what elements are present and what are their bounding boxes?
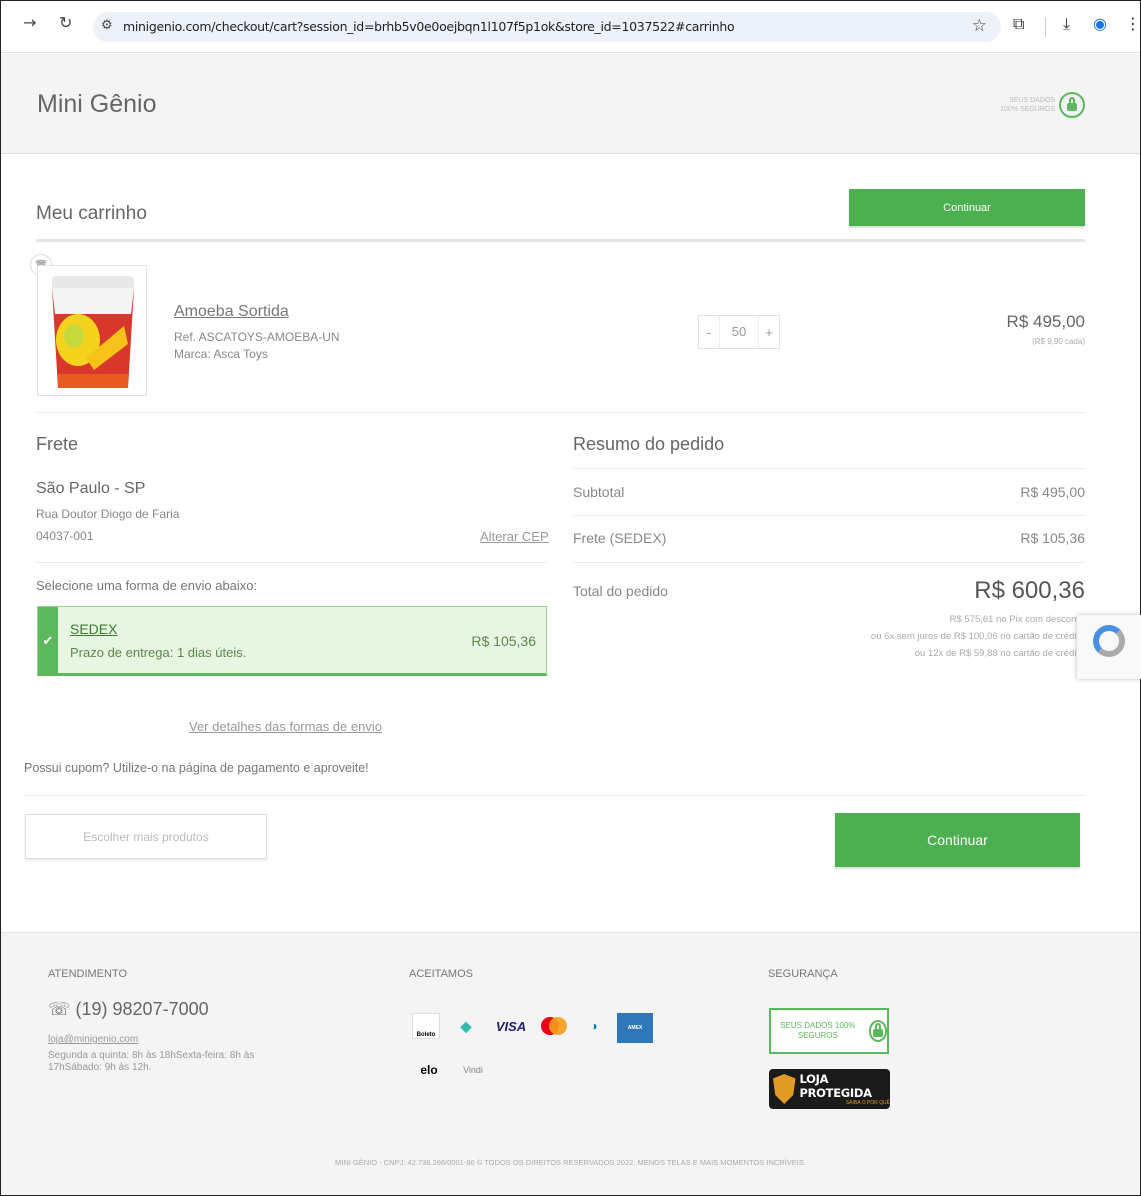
- footer: ATENDIMENTO ☏ (19) 98207-7000 loja@minig…: [1, 932, 1140, 1195]
- loja-protegida-label: LOJA PROTEGIDA: [799, 1072, 873, 1100]
- cart-title: Meu carrinho: [36, 203, 147, 224]
- browser-toolbar: → ↻ ⚙ minigenio.com/checkout/cart?sessio…: [1, 1, 1141, 53]
- store-logo[interactable]: Mini Gênio: [37, 90, 157, 119]
- secure-data-badge: SEUS DADOS 100% SEGUROS: [993, 92, 1085, 118]
- secure-label: SEUS DADOS 100% SEGUROS: [1000, 97, 1055, 113]
- summary-freight-row: Frete (SEDEX) R$ 105,36: [573, 530, 1085, 546]
- extensions-icon[interactable]: ⧉: [1013, 14, 1024, 34]
- product-name-link[interactable]: Amoeba Sortida: [174, 303, 289, 321]
- item-divider: [36, 412, 1085, 413]
- boleto-icon: Boleto: [412, 1013, 440, 1039]
- shipping-option-name[interactable]: SEDEX: [70, 621, 117, 637]
- shipping-title: Frete: [36, 434, 79, 454]
- quantity-input[interactable]: 50: [719, 316, 759, 348]
- diners-club-icon: ◑: [590, 1019, 598, 1033]
- support-title: ATENDIMENTO: [48, 968, 128, 980]
- elo-label: elo: [420, 1063, 438, 1077]
- check-icon: ✔: [38, 607, 58, 674]
- product-image[interactable]: [37, 265, 147, 396]
- loja-protegida-badge[interactable]: LOJA PROTEGIDA SAIBA O POR QUÊ: [769, 1069, 890, 1109]
- summary-title: Resumo do pedido: [573, 434, 725, 454]
- shipping-city: São Paulo - SP: [36, 480, 146, 497]
- site-settings-icon[interactable]: ⚙: [101, 18, 113, 33]
- cart-divider: [36, 239, 1085, 242]
- phone-number[interactable]: (19) 98207-7000: [76, 999, 209, 1019]
- forward-icon[interactable]: →: [23, 13, 36, 32]
- summary-divider-2: [573, 515, 1085, 516]
- product-brand: Marca: Asca Toys: [174, 347, 268, 361]
- item-total-price: R$ 495,00: [1006, 312, 1085, 331]
- reload-icon[interactable]: ↻: [59, 13, 72, 32]
- shipping-street: Rua Doutor Diogo de Faria: [36, 507, 180, 521]
- support-email-link[interactable]: loja@minigenio.com: [48, 1034, 138, 1045]
- bookmark-star-icon[interactable]: ☆: [972, 16, 987, 36]
- change-cep-link[interactable]: Alterar CEP: [480, 529, 549, 544]
- mastercard-icon: [537, 1013, 571, 1039]
- total-label: Total do pedido: [573, 583, 668, 599]
- shipping-option-price: R$ 105,36: [471, 633, 536, 649]
- continue-button-top[interactable]: Continuar: [849, 189, 1085, 226]
- security-title: SEGURANÇA: [768, 968, 838, 980]
- shipping-option-sedex[interactable]: ✔ SEDEX Prazo de entrega: 1 dias úteis. …: [37, 606, 547, 676]
- shipping-select-label: Selecione uma forma de envio abaixo:: [36, 578, 258, 593]
- elo-icon: elo: [412, 1057, 446, 1083]
- loja-protegida-sub: SAIBA O POR QUÊ: [845, 1100, 890, 1106]
- product-ref: Ref. ASCATOYS-AMOEBA-UN: [174, 330, 340, 344]
- summary-divider-3: [573, 562, 1085, 563]
- lock-icon-footer: [868, 1020, 887, 1042]
- quantity-increase-button[interactable]: +: [759, 325, 779, 340]
- visa-label: VISA: [495, 1018, 527, 1034]
- boleto-label: Boleto: [416, 1032, 436, 1038]
- installments-6x-note: ou 6x sem juros de R$ 100,06 no cartão d…: [870, 631, 1079, 642]
- shipping-details-link[interactable]: Ver detalhes das formas de envio: [189, 719, 382, 734]
- download-icon[interactable]: ⤓: [1063, 14, 1070, 34]
- freight-label: Frete (SEDEX): [573, 530, 667, 546]
- american-express-icon: AMEX: [617, 1013, 653, 1043]
- toolbar-divider: [1045, 17, 1046, 37]
- visa-icon: VISA: [492, 1013, 530, 1039]
- installments-12x-note: ou 12x de R$ 59,88 no cartão de crédit: [914, 648, 1079, 659]
- quantity-stepper: - 50 +: [698, 315, 780, 349]
- recaptcha-icon: [1093, 625, 1125, 657]
- continue-button-bottom[interactable]: Continuar: [835, 813, 1080, 867]
- quantity-decrease-button[interactable]: -: [699, 325, 719, 340]
- subtotal-label: Subtotal: [573, 484, 625, 500]
- url-text[interactable]: minigenio.com/checkout/cart?session_id=b…: [123, 19, 735, 34]
- summary-divider-1: [573, 468, 1085, 469]
- shipping-cep: 04037-001: [36, 529, 94, 543]
- shipping-divider: [36, 562, 547, 563]
- total-value: R$ 600,36: [974, 577, 1085, 604]
- secure-data-badge-footer: SEUS DADOS 100% SEGUROS: [769, 1008, 889, 1054]
- copyright-text: MINI GÊNIO - CNPJ: 42.738.266/0001-86 © …: [335, 1158, 806, 1167]
- menu-icon[interactable]: ⋮: [1125, 14, 1141, 33]
- support-hours: Segunda a quinta: 8h às 18hSexta-feira: …: [48, 1050, 255, 1073]
- choose-more-products-button[interactable]: Escolher mais produtos: [25, 814, 267, 859]
- coupon-hint: Possui cupom? Utilize-o na página de pag…: [24, 761, 369, 775]
- lock-icon: [1059, 92, 1085, 118]
- vindi-icon: Vindi: [456, 1057, 490, 1083]
- pix-price-note: R$ 575,61 no Pix com descont: [949, 614, 1079, 625]
- freight-value: R$ 105,36: [1020, 530, 1085, 546]
- secure-badge-label: SEUS DADOS 100% SEGUROS: [780, 1021, 856, 1040]
- summary-subtotal-row: Subtotal R$ 495,00: [573, 484, 1085, 500]
- payments-title: ACEITAMOS: [409, 968, 473, 980]
- profile-icon[interactable]: ◉: [1093, 14, 1107, 33]
- pix-icon: ◆: [460, 1017, 472, 1034]
- address-bar[interactable]: ⚙ minigenio.com/checkout/cart?session_id…: [93, 12, 1001, 42]
- support-phone: ☏ (19) 98207-7000: [48, 999, 209, 1020]
- shield-icon: [773, 1074, 796, 1104]
- item-unit-price: (R$ 9,90 cada): [1032, 337, 1085, 346]
- recaptcha-badge[interactable]: [1077, 615, 1141, 679]
- actions-divider: [24, 795, 1085, 796]
- phone-icon: ☏: [48, 999, 76, 1019]
- vindi-label: Vindi: [463, 1065, 483, 1075]
- subtotal-value: R$ 495,00: [1020, 484, 1085, 500]
- shipping-option-eta: Prazo de entrega: 1 dias úteis.: [70, 645, 247, 660]
- store-header: Mini Gênio SEUS DADOS 100% SEGUROS: [1, 54, 1140, 154]
